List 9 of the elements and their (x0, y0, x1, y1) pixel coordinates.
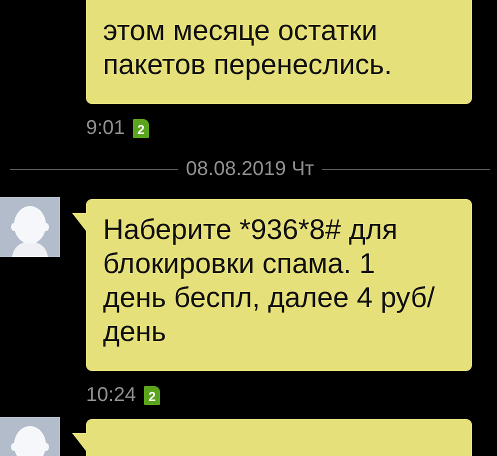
message-text: этом месяце остатки пакетов перенеслись. (103, 14, 394, 82)
bubble-tail (72, 433, 86, 451)
sim-badge: 2 (144, 386, 160, 404)
avatar-icon (0, 197, 60, 257)
message-time: 10:24 (86, 384, 136, 406)
date-separator: 08.08.2019 Чт (186, 158, 314, 181)
sim-badge: 2 (132, 118, 149, 138)
message-time: 9:01 (86, 116, 125, 140)
message-text: Наберите *936*8# для блокировки спама. 1 день беспл, далее 4 руб/ день (103, 213, 436, 349)
